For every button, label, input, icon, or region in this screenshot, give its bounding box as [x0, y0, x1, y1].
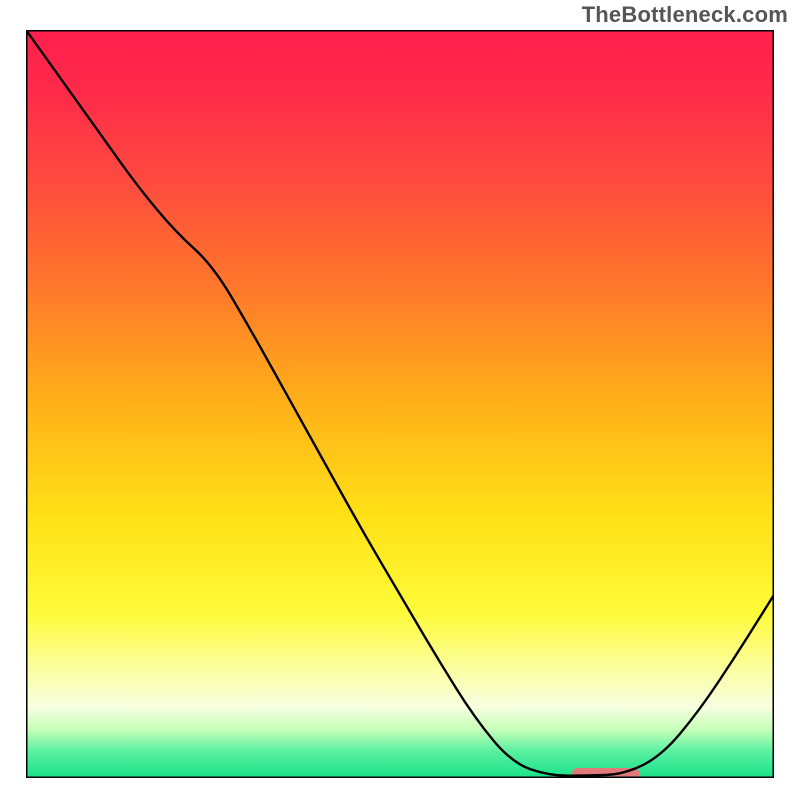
- chart-svg: [26, 30, 774, 778]
- gradient-background: [26, 30, 774, 778]
- plot-area: [26, 30, 774, 778]
- chart-container: TheBottleneck.com: [0, 0, 800, 800]
- watermark-text: TheBottleneck.com: [582, 2, 788, 28]
